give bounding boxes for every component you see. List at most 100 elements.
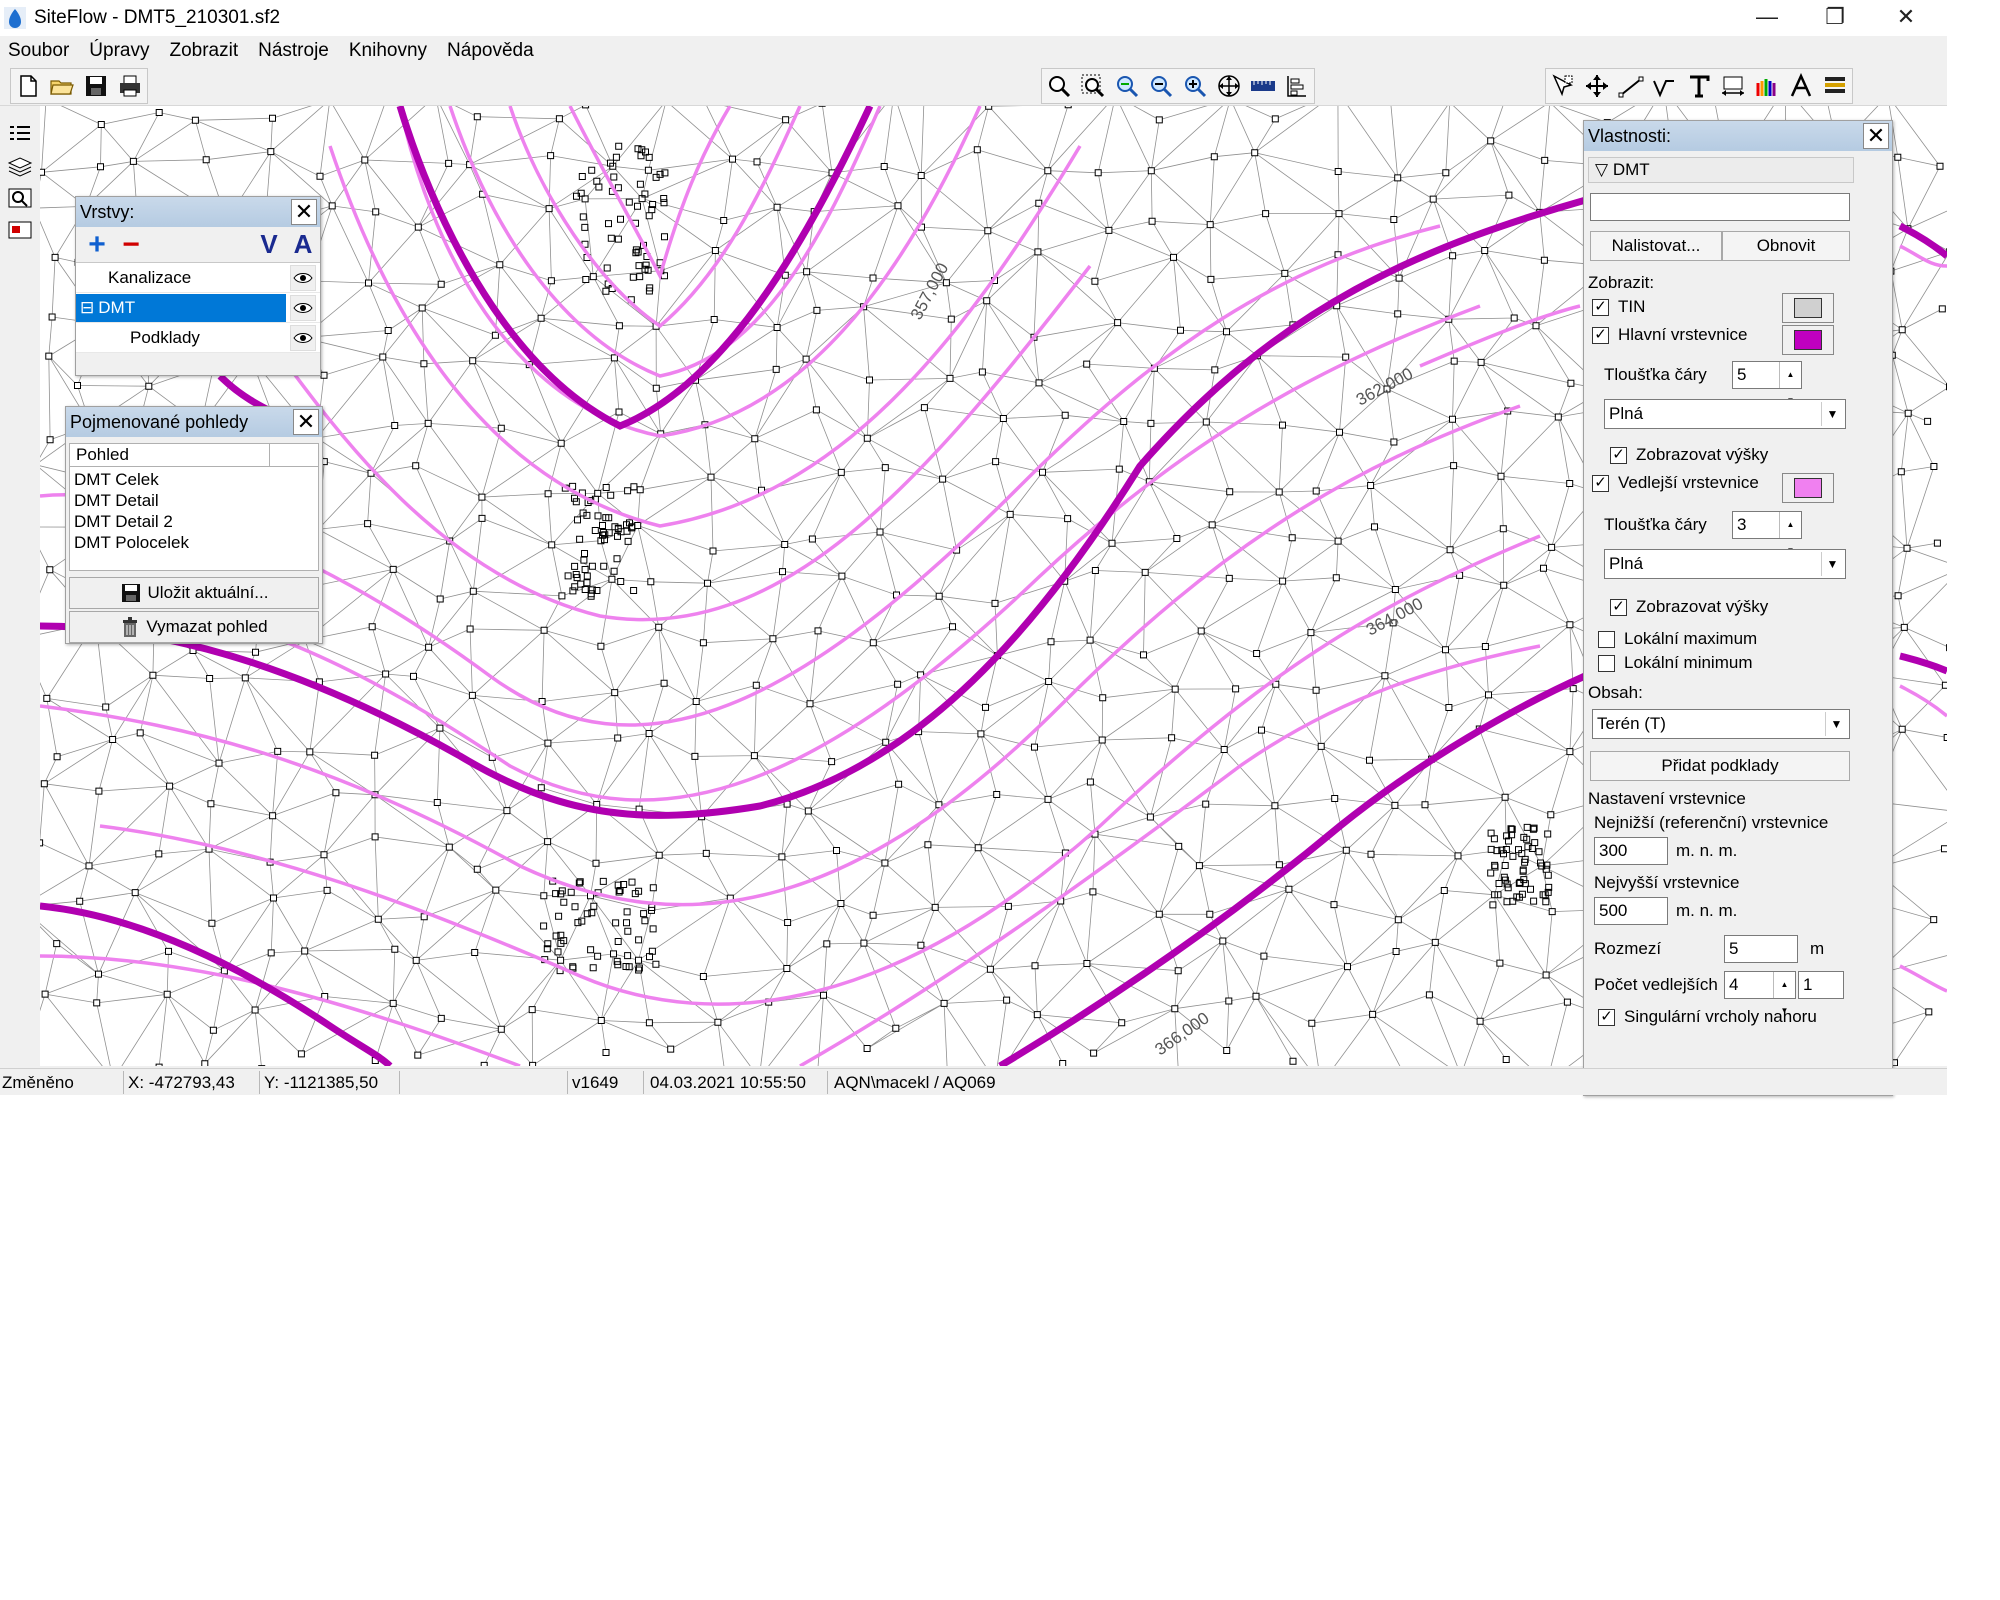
ruler-icon[interactable] (1246, 69, 1280, 103)
line-icon[interactable] (1614, 69, 1648, 103)
status-x-coordinate: X: -472793,43 (124, 1070, 260, 1094)
minor-contours-color-button[interactable] (1782, 473, 1834, 503)
move-layer-up-icon[interactable]: A (286, 229, 320, 261)
layer-name: Kanalizace (108, 267, 192, 287)
lowest-contour-input[interactable]: 300 (1594, 837, 1668, 865)
spin-buttons[interactable]: ▲▼ (1779, 512, 1801, 555)
save-icon[interactable] (79, 69, 113, 103)
main-show-heights-checkbox[interactable]: ✓ (1610, 447, 1627, 464)
close-window-button[interactable]: ✕ (1874, 0, 1938, 34)
properties-panel-icon[interactable] (4, 216, 36, 244)
app-logo-icon (4, 7, 26, 29)
layers-list-icon[interactable] (4, 120, 36, 148)
view-item[interactable]: DMT Celek (74, 469, 314, 490)
contour-settings-label: Nastavení vrstevnice (1588, 789, 1746, 808)
layers-panel-close-icon[interactable]: ✕ (291, 199, 317, 225)
minor-count-extra-input[interactable]: 1 (1798, 971, 1844, 999)
view-item[interactable]: DMT Detail (74, 490, 314, 511)
properties-titlebar[interactable]: Vlastnosti: ✕ (1584, 121, 1892, 151)
minor-show-heights-checkbox[interactable]: ✓ (1610, 599, 1627, 616)
main-contours-color-button[interactable] (1782, 325, 1834, 355)
local-max-checkbox[interactable] (1598, 631, 1615, 648)
minor-contours-checkbox[interactable]: ✓ (1592, 475, 1609, 492)
minimize-button[interactable]: — (1735, 0, 1799, 34)
delete-view-button[interactable]: Vymazat pohled (69, 611, 319, 643)
named-views-close-icon[interactable]: ✕ (293, 409, 319, 435)
contour-label-357: 357,000 (907, 260, 953, 323)
visibility-eye-icon[interactable] (290, 295, 316, 321)
select-icon[interactable] (1546, 69, 1580, 103)
layers-panel-icon[interactable] (4, 152, 36, 180)
setup-button[interactable]: Nalistovat... (1590, 231, 1722, 261)
zoom-all-icon[interactable] (1178, 69, 1212, 103)
zoom-window-icon[interactable] (1076, 69, 1110, 103)
layer-row-podklady[interactable]: Podklady (76, 323, 320, 353)
dimension-icon[interactable] (1716, 69, 1750, 103)
menu-napoveda[interactable]: Nápověda (437, 40, 544, 62)
spin-buttons[interactable]: ▲▼ (1779, 362, 1801, 405)
refresh-button[interactable]: Obnovit (1722, 231, 1850, 261)
font-icon[interactable] (1784, 69, 1818, 103)
chevron-down-icon[interactable]: ▼ (1821, 402, 1843, 426)
visibility-eye-icon[interactable] (290, 325, 316, 351)
zoom-in-icon[interactable] (1110, 69, 1144, 103)
zoom-icon[interactable] (1042, 69, 1076, 103)
minor-linestyle-value: Plná (1609, 554, 1644, 573)
status-user: AQN\macekl / AQ069 (834, 1072, 996, 1092)
save-view-button[interactable]: Uložit aktuální... (69, 577, 319, 609)
zoom-out-icon[interactable] (1144, 69, 1178, 103)
named-views-icon[interactable] (4, 184, 36, 212)
tin-checkbox[interactable]: ✓ (1592, 299, 1609, 316)
properties-close-icon[interactable]: ✕ (1863, 123, 1889, 149)
minor-count-stepper[interactable]: 4 ▲ ▼ (1724, 971, 1796, 1015)
properties-icon[interactable] (1280, 69, 1314, 103)
main-thickness-stepper[interactable]: 5 ▲▼ (1732, 361, 1802, 405)
chevron-down-icon[interactable]: ▼ (1821, 552, 1843, 576)
restore-button[interactable]: ❐ (1803, 0, 1867, 34)
view-item[interactable]: DMT Polocelek (74, 532, 314, 553)
view-item[interactable]: DMT Detail 2 (74, 511, 314, 532)
minor-contours-label: Vedlejší vrstevnice (1618, 473, 1759, 492)
minor-thickness-stepper[interactable]: 3 ▲▼ (1732, 511, 1802, 555)
add-layer-icon[interactable]: + (80, 228, 114, 261)
trash-icon (123, 617, 138, 637)
move-icon[interactable] (1580, 69, 1614, 103)
named-views-titlebar[interactable]: Pojmenované pohledy ✕ (66, 407, 322, 437)
layers-stack-icon[interactable] (1818, 69, 1852, 103)
rainbow-icon[interactable] (1750, 69, 1784, 103)
remove-layer-icon[interactable]: − (114, 228, 148, 261)
collapse-tree-icon[interactable]: ⊟ (80, 298, 94, 318)
add-base-button[interactable]: Přidat podklady (1590, 751, 1850, 781)
menu-knihovny[interactable]: Knihovny (339, 40, 437, 62)
layer-row-kanalizace[interactable]: Kanalizace (76, 263, 320, 293)
local-min-checkbox[interactable] (1598, 655, 1615, 672)
dmt-section-header[interactable]: ▽ DMT (1588, 157, 1854, 183)
menu-nastroje[interactable]: Nástroje (248, 40, 339, 62)
interval-input[interactable]: 5 (1724, 935, 1798, 963)
content-select[interactable]: Terén (T) ▼ (1592, 709, 1850, 739)
main-linestyle-select[interactable]: Plná ▼ (1604, 399, 1846, 429)
visibility-eye-icon[interactable] (290, 265, 316, 291)
layer-row-dmt[interactable]: ⊟ DMT (76, 293, 320, 323)
display-label: Zobrazit: (1588, 273, 1655, 292)
text-icon[interactable] (1682, 69, 1716, 103)
open-folder-icon[interactable] (45, 69, 79, 103)
main-contours-checkbox[interactable]: ✓ (1592, 327, 1609, 344)
highest-contour-input[interactable]: 500 (1594, 897, 1668, 925)
object-name-field[interactable] (1590, 193, 1850, 221)
layers-panel-titlebar[interactable]: Vrstvy: ✕ (76, 197, 320, 227)
move-layer-down-icon[interactable]: V (252, 229, 286, 261)
print-icon[interactable] (113, 69, 147, 103)
menu-soubor[interactable]: Soubor (0, 40, 79, 62)
new-file-icon[interactable] (11, 69, 45, 103)
views-column-header[interactable]: Pohled (70, 444, 270, 466)
pan-icon[interactable] (1212, 69, 1246, 103)
menu-zobrazit[interactable]: Zobrazit (159, 40, 248, 62)
chevron-down-icon[interactable]: ▼ (1825, 712, 1847, 736)
polyline-icon[interactable] (1648, 69, 1682, 103)
menu-upravy[interactable]: Úpravy (79, 40, 159, 62)
tin-color-button[interactable] (1782, 293, 1834, 323)
spin-buttons[interactable]: ▲▼ (1773, 972, 1795, 1015)
singular-peaks-checkbox[interactable]: ✓ (1598, 1009, 1615, 1026)
minor-linestyle-select[interactable]: Plná ▼ (1604, 549, 1846, 579)
